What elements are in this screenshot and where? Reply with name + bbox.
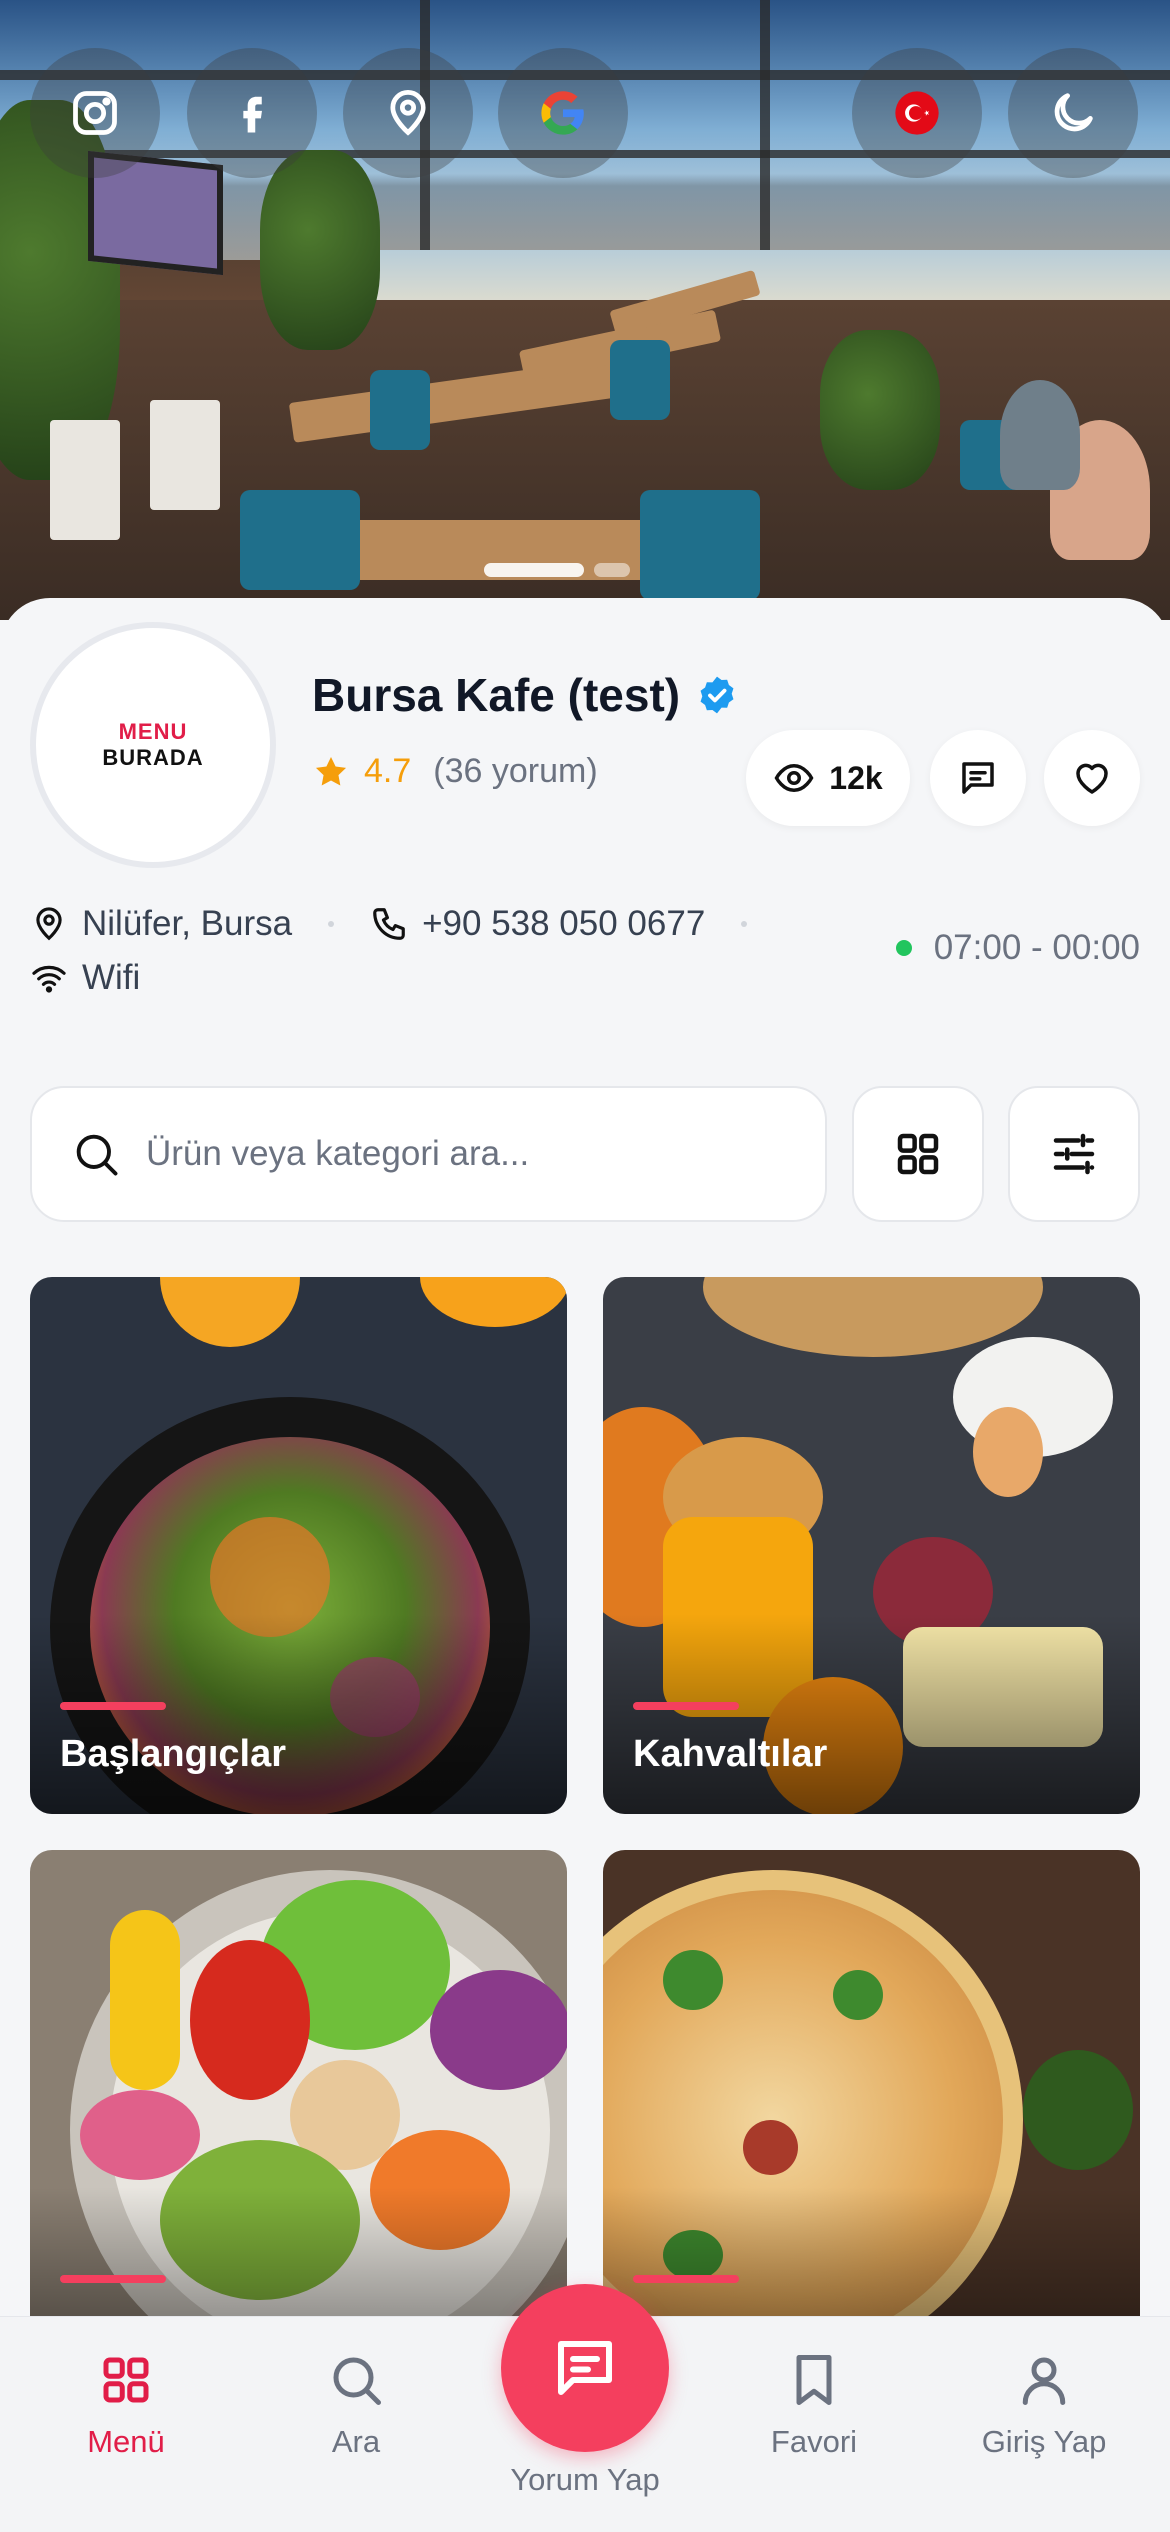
nav-search[interactable]: Ara: [266, 2350, 446, 2460]
eye-icon: [774, 763, 814, 793]
write-review-label[interactable]: Yorum Yap: [460, 2462, 710, 2498]
open-status-dot: [895, 940, 912, 956]
wifi-text[interactable]: Wifi: [82, 958, 140, 998]
search-icon: [333, 2357, 381, 2405]
facebook-icon: [243, 96, 262, 133]
phone-icon: [373, 908, 405, 940]
category-accent-bar: [60, 1702, 166, 1710]
location-pin-icon: [390, 90, 426, 136]
sliders-icon: [1053, 1133, 1095, 1175]
wifi-icon: [32, 965, 66, 993]
star-icon: [315, 756, 347, 785]
review-count: (36 yorum): [433, 752, 598, 790]
wifi-row: Wifi: [30, 958, 140, 998]
views-counter: 12k: [746, 730, 910, 826]
rating-value: 4.7: [364, 752, 412, 790]
moon-icon: [1054, 93, 1093, 132]
grid-icon: [103, 2357, 149, 2403]
nav-search-label: Ara: [331, 2424, 381, 2459]
instagram-button[interactable]: [30, 48, 160, 178]
category-card-pizzas[interactable]: [603, 1850, 1140, 2387]
facebook-button[interactable]: [187, 48, 317, 178]
theme-toggle-button[interactable]: [1008, 48, 1138, 178]
write-review-button[interactable]: [501, 2284, 669, 2452]
category-accent-bar: [60, 2275, 166, 2283]
rating-row[interactable]: 4.7 (36 yorum): [312, 752, 598, 791]
category-accent-bar: [633, 2275, 739, 2283]
logo-text-top: MENU: [118, 719, 188, 744]
heart-icon: [1076, 763, 1108, 794]
user-icon: [1022, 2357, 1066, 2405]
nav-favorites-label: Favori: [770, 2424, 858, 2459]
message-icon: [558, 2341, 612, 2395]
nav-favorites[interactable]: Favori: [724, 2350, 904, 2460]
bookmark-icon: [796, 2355, 832, 2405]
hours-text: 07:00 - 00:00: [933, 928, 1140, 967]
opening-hours: 07:00 - 00:00: [895, 928, 1140, 968]
favorite-button[interactable]: [1044, 730, 1140, 826]
restaurant-logo: MENU BURADA: [30, 622, 276, 868]
instagram-icon: [73, 91, 117, 135]
logo-text-bottom: BURADA: [102, 745, 204, 770]
nav-login-label: Giriş Yap: [981, 2424, 1107, 2459]
verified-badge-icon: [700, 676, 734, 714]
category-label: Kahvaltılar: [633, 1733, 828, 1775]
comments-button[interactable]: [930, 730, 1026, 826]
search-bar[interactable]: [30, 1086, 827, 1222]
grid-view-button[interactable]: [852, 1086, 984, 1222]
separator-dot: [741, 921, 748, 927]
language-button[interactable]: [852, 48, 982, 178]
category-card-breakfast[interactable]: Kahvaltılar: [603, 1277, 1140, 1814]
message-icon: [962, 762, 994, 794]
grid-icon: [897, 1133, 939, 1175]
filter-button[interactable]: [1008, 1086, 1140, 1222]
restaurant-name-row: Bursa Kafe (test): [312, 668, 738, 722]
location-pin-icon: [36, 907, 62, 941]
nav-login[interactable]: Giriş Yap: [954, 2350, 1134, 2460]
category-label: Başlangıçlar: [60, 1733, 286, 1775]
google-icon: [541, 91, 584, 135]
search-input[interactable]: [146, 1134, 786, 1174]
nav-menu[interactable]: Menü: [36, 2350, 216, 2460]
contact-row: Nilüfer, Bursa +90 538 050 0677: [30, 904, 769, 944]
views-count: 12k: [829, 759, 883, 796]
nav-menu-label: Menü: [87, 2424, 165, 2459]
category-card-starters[interactable]: Başlangıçlar: [30, 1277, 567, 1814]
category-accent-bar: [633, 1702, 739, 1710]
restaurant-name: Bursa Kafe (test): [312, 669, 681, 721]
google-button[interactable]: [498, 48, 628, 178]
separator-dot: [328, 921, 335, 927]
location-text[interactable]: Nilüfer, Bursa: [82, 904, 292, 944]
category-card-salads[interactable]: [30, 1850, 567, 2387]
turkey-flag-icon: [895, 91, 939, 135]
phone-text[interactable]: +90 538 050 0677: [422, 904, 705, 944]
location-button[interactable]: [343, 48, 473, 178]
search-icon: [76, 1134, 118, 1176]
